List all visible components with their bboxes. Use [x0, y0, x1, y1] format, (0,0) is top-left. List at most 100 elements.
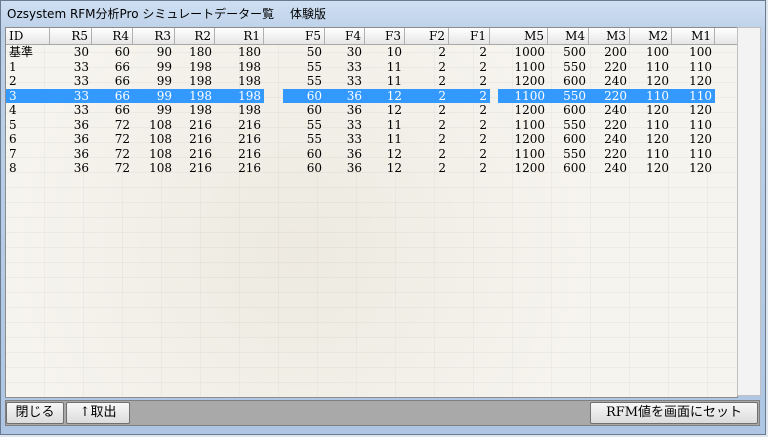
table-cell[interactable]: 1100	[498, 147, 548, 161]
table-cell[interactable]: 200	[589, 45, 630, 59]
table-cell[interactable]: 120	[630, 74, 672, 88]
table-cell[interactable]: 180	[215, 45, 264, 59]
column-header-r3[interactable]: R3	[133, 28, 175, 44]
table-cell[interactable]: 60	[92, 45, 133, 59]
table-cell[interactable]: 500	[548, 45, 589, 59]
table-cell[interactable]: 198	[175, 103, 215, 117]
table-cell[interactable]: 2	[405, 132, 449, 146]
table-cell[interactable]: 100	[630, 45, 672, 59]
table-cell[interactable]: 120	[630, 161, 672, 175]
table-cell[interactable]: 110	[672, 147, 715, 161]
table-cell[interactable]: 12	[365, 161, 405, 175]
table-cell[interactable]: 240	[589, 132, 630, 146]
table-cell[interactable]: 1	[6, 60, 50, 74]
table-cell[interactable]: 66	[92, 88, 133, 103]
table-cell[interactable]: 12	[365, 103, 405, 117]
table-cell[interactable]: 2	[449, 88, 490, 103]
table-cell[interactable]: 600	[548, 74, 589, 88]
table-cell[interactable]: 120	[672, 161, 715, 175]
table-cell[interactable]: 72	[92, 132, 133, 146]
table-cell[interactable]: 110	[630, 118, 672, 132]
column-header-m5[interactable]: M5	[498, 28, 548, 44]
table-cell[interactable]: 8	[6, 161, 50, 175]
close-button[interactable]: 閉じる	[6, 402, 64, 424]
table-cell[interactable]: 60	[283, 147, 325, 161]
column-header-m1[interactable]: M1	[672, 28, 715, 44]
table-cell[interactable]: 6	[6, 132, 50, 146]
column-header-m2[interactable]: M2	[630, 28, 672, 44]
table-cell[interactable]: 198	[215, 74, 264, 88]
table-cell[interactable]: 55	[283, 132, 325, 146]
table-row[interactable]: 1 33 66 99 198 198 55 33 11 2 2 1100 550 220 110 110	[6, 60, 737, 74]
table-cell[interactable]: 1200	[498, 74, 548, 88]
table-cell[interactable]: 11	[365, 60, 405, 74]
table-cell[interactable]: 72	[92, 161, 133, 175]
table-row[interactable]: 7 36 72 108 216 216 60 36 12 2 2 1100 550 220 110 110	[6, 147, 737, 161]
column-header-f4[interactable]: F4	[325, 28, 365, 44]
table-cell[interactable]: 33	[50, 103, 92, 117]
table-cell[interactable]: 110	[630, 60, 672, 74]
table-row[interactable]: 4 33 66 99 198 198 60 36 12 2 2 1200 600 240 120 120	[6, 103, 737, 117]
table-cell[interactable]: 100	[672, 45, 715, 59]
table-cell[interactable]: 72	[92, 147, 133, 161]
table-row[interactable]: 2 33 66 99 198 198 55 33 11 2 2 1200 600 240 120 120	[6, 74, 737, 88]
table-cell[interactable]: 36	[325, 88, 365, 103]
table-cell[interactable]: 11	[365, 132, 405, 146]
table-cell[interactable]: 36	[325, 161, 365, 175]
table-cell[interactable]: 1200	[498, 132, 548, 146]
table-cell[interactable]: 36	[50, 132, 92, 146]
table-cell[interactable]: 99	[133, 60, 175, 74]
table-cell[interactable]: 198	[215, 88, 264, 103]
table-cell[interactable]: 216	[175, 118, 215, 132]
column-header-r1[interactable]: R1	[215, 28, 264, 44]
table-cell[interactable]: 110	[630, 147, 672, 161]
table-cell[interactable]: 1100	[498, 60, 548, 74]
table-cell[interactable]: 2	[405, 45, 449, 59]
table-cell[interactable]: 220	[589, 118, 630, 132]
table-cell[interactable]: 33	[325, 74, 365, 88]
table-cell[interactable]: 216	[215, 132, 264, 146]
table-cell[interactable]: 2	[405, 118, 449, 132]
table-cell[interactable]: 2	[449, 60, 490, 74]
table-cell[interactable]: 1100	[498, 118, 548, 132]
table-cell[interactable]: 3	[6, 88, 50, 103]
table-cell[interactable]: 66	[92, 60, 133, 74]
table-cell[interactable]: 5	[6, 118, 50, 132]
table-cell[interactable]: 33	[325, 132, 365, 146]
table-cell[interactable]: 2	[405, 103, 449, 117]
table-cell[interactable]: 11	[365, 118, 405, 132]
table-row[interactable]: 3 33 66 99 198 198 60 36 12 2 2 1100 550 220 110 110	[6, 88, 737, 103]
table-cell[interactable]: 108	[133, 118, 175, 132]
table-cell[interactable]: 99	[133, 74, 175, 88]
table-row[interactable]: 6 36 72 108 216 216 55 33 11 2 2 1200 600 240 120 120	[6, 132, 737, 146]
table-cell[interactable]: 60	[283, 103, 325, 117]
table-cell[interactable]: 33	[50, 60, 92, 74]
table-cell[interactable]: 2	[405, 74, 449, 88]
table-cell[interactable]: 108	[133, 161, 175, 175]
table-cell[interactable]: 55	[283, 118, 325, 132]
table-cell[interactable]: 2	[405, 88, 449, 103]
table-cell[interactable]: 198	[215, 103, 264, 117]
table-cell[interactable]: 66	[92, 74, 133, 88]
column-header-r4[interactable]: R4	[92, 28, 133, 44]
table-cell[interactable]: 600	[548, 103, 589, 117]
table-cell[interactable]: 2	[449, 103, 490, 117]
table-cell[interactable]: 30	[325, 45, 365, 59]
table-cell[interactable]: 550	[548, 147, 589, 161]
table-cell[interactable]: 110	[672, 118, 715, 132]
table-cell[interactable]: 120	[672, 103, 715, 117]
table-cell[interactable]: 1000	[498, 45, 548, 59]
table-cell[interactable]: 1100	[498, 88, 548, 103]
table-cell[interactable]: 55	[283, 74, 325, 88]
table-row[interactable]: 5 36 72 108 216 216 55 33 11 2 2 1100 550 220 110 110	[6, 118, 737, 132]
table-cell[interactable]: 216	[175, 132, 215, 146]
table-cell[interactable]: 550	[548, 118, 589, 132]
table-cell[interactable]: 2	[449, 132, 490, 146]
table-cell[interactable]: 550	[548, 88, 589, 103]
table-cell[interactable]: 220	[589, 147, 630, 161]
table-cell[interactable]: 50	[283, 45, 325, 59]
table-cell[interactable]: 110	[630, 88, 672, 103]
table-cell[interactable]: 90	[133, 45, 175, 59]
table-cell[interactable]: 240	[589, 103, 630, 117]
table-cell[interactable]: 33	[325, 118, 365, 132]
